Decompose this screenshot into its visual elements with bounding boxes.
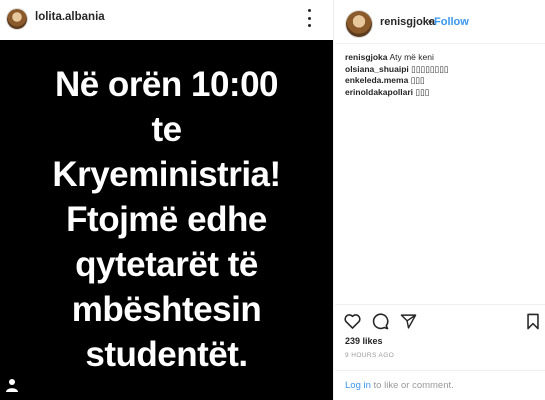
action-bar [344, 313, 540, 331]
login-prompt: Log in to like or comment. [345, 380, 454, 391]
comment-text: Aty më keni [389, 52, 434, 62]
comment-username[interactable]: erinoldakapollari [345, 87, 413, 97]
list-item: enkeleda.mema ▯▯▯ [345, 75, 540, 87]
post-timestamp[interactable]: 9 HOURS AGO [345, 352, 394, 359]
post-text-line: Ftojmë edhe [66, 200, 267, 239]
post-media-pane: lolita.albania Në orën 10:00 te Kryemini… [0, 0, 333, 400]
tag-person-icon[interactable] [6, 378, 18, 392]
post-text-line: Në orën 10:00 [54, 65, 279, 104]
post-text-line: qytetarët të [75, 245, 258, 284]
post-text-line: studentët. [85, 335, 248, 374]
avatar[interactable] [345, 10, 373, 38]
post-image-text: Në orën 10:00 te Kryeministria! Ftojmë e… [0, 62, 333, 377]
post-text-line: mbështesin [71, 290, 262, 329]
post-text-line: te [151, 110, 182, 149]
divider [335, 43, 545, 44]
heart-icon[interactable] [344, 313, 361, 329]
post-text-line: Kryeministria! [52, 155, 281, 194]
comment-username[interactable]: enkeleda.mema [345, 75, 408, 85]
comment-text: ▯▯▯▯▯▯▯▯ [411, 63, 449, 74]
bookmark-icon[interactable] [526, 313, 540, 330]
likes-count[interactable]: 239 likes [345, 336, 383, 346]
comment-icon[interactable] [372, 313, 389, 330]
login-link[interactable]: Log in [345, 380, 371, 391]
divider [335, 304, 545, 305]
follow-button[interactable]: Follow [434, 16, 469, 28]
login-prompt-text: to like or comment. [370, 380, 454, 391]
list-item: olsiana_shuaipi ▯▯▯▯▯▯▯▯ [345, 64, 540, 76]
post-author-username[interactable]: lolita.albania [35, 11, 105, 23]
separator-dot: • [428, 16, 432, 28]
more-dots-icon[interactable] [305, 9, 313, 27]
divider [335, 370, 545, 371]
author-username[interactable]: renisgjoka [380, 16, 435, 28]
comment-text: ▯▯▯ [415, 86, 430, 97]
comments-list: renisgjoka Aty më keni olsiana_shuaipi ▯… [345, 52, 540, 98]
post-image: Në orën 10:00 te Kryeministria! Ftojmë e… [0, 40, 333, 400]
avatar[interactable] [6, 8, 28, 30]
share-icon[interactable] [400, 313, 417, 330]
comment-username[interactable]: olsiana_shuaipi [345, 64, 409, 74]
pane-divider [333, 0, 334, 400]
list-item: renisgjoka Aty më keni [345, 52, 540, 64]
list-item: erinoldakapollari ▯▯▯ [345, 87, 540, 99]
comment-text: ▯▯▯ [410, 75, 425, 85]
comment-username[interactable]: renisgjoka [345, 52, 388, 62]
post-header: lolita.albania [0, 0, 333, 40]
